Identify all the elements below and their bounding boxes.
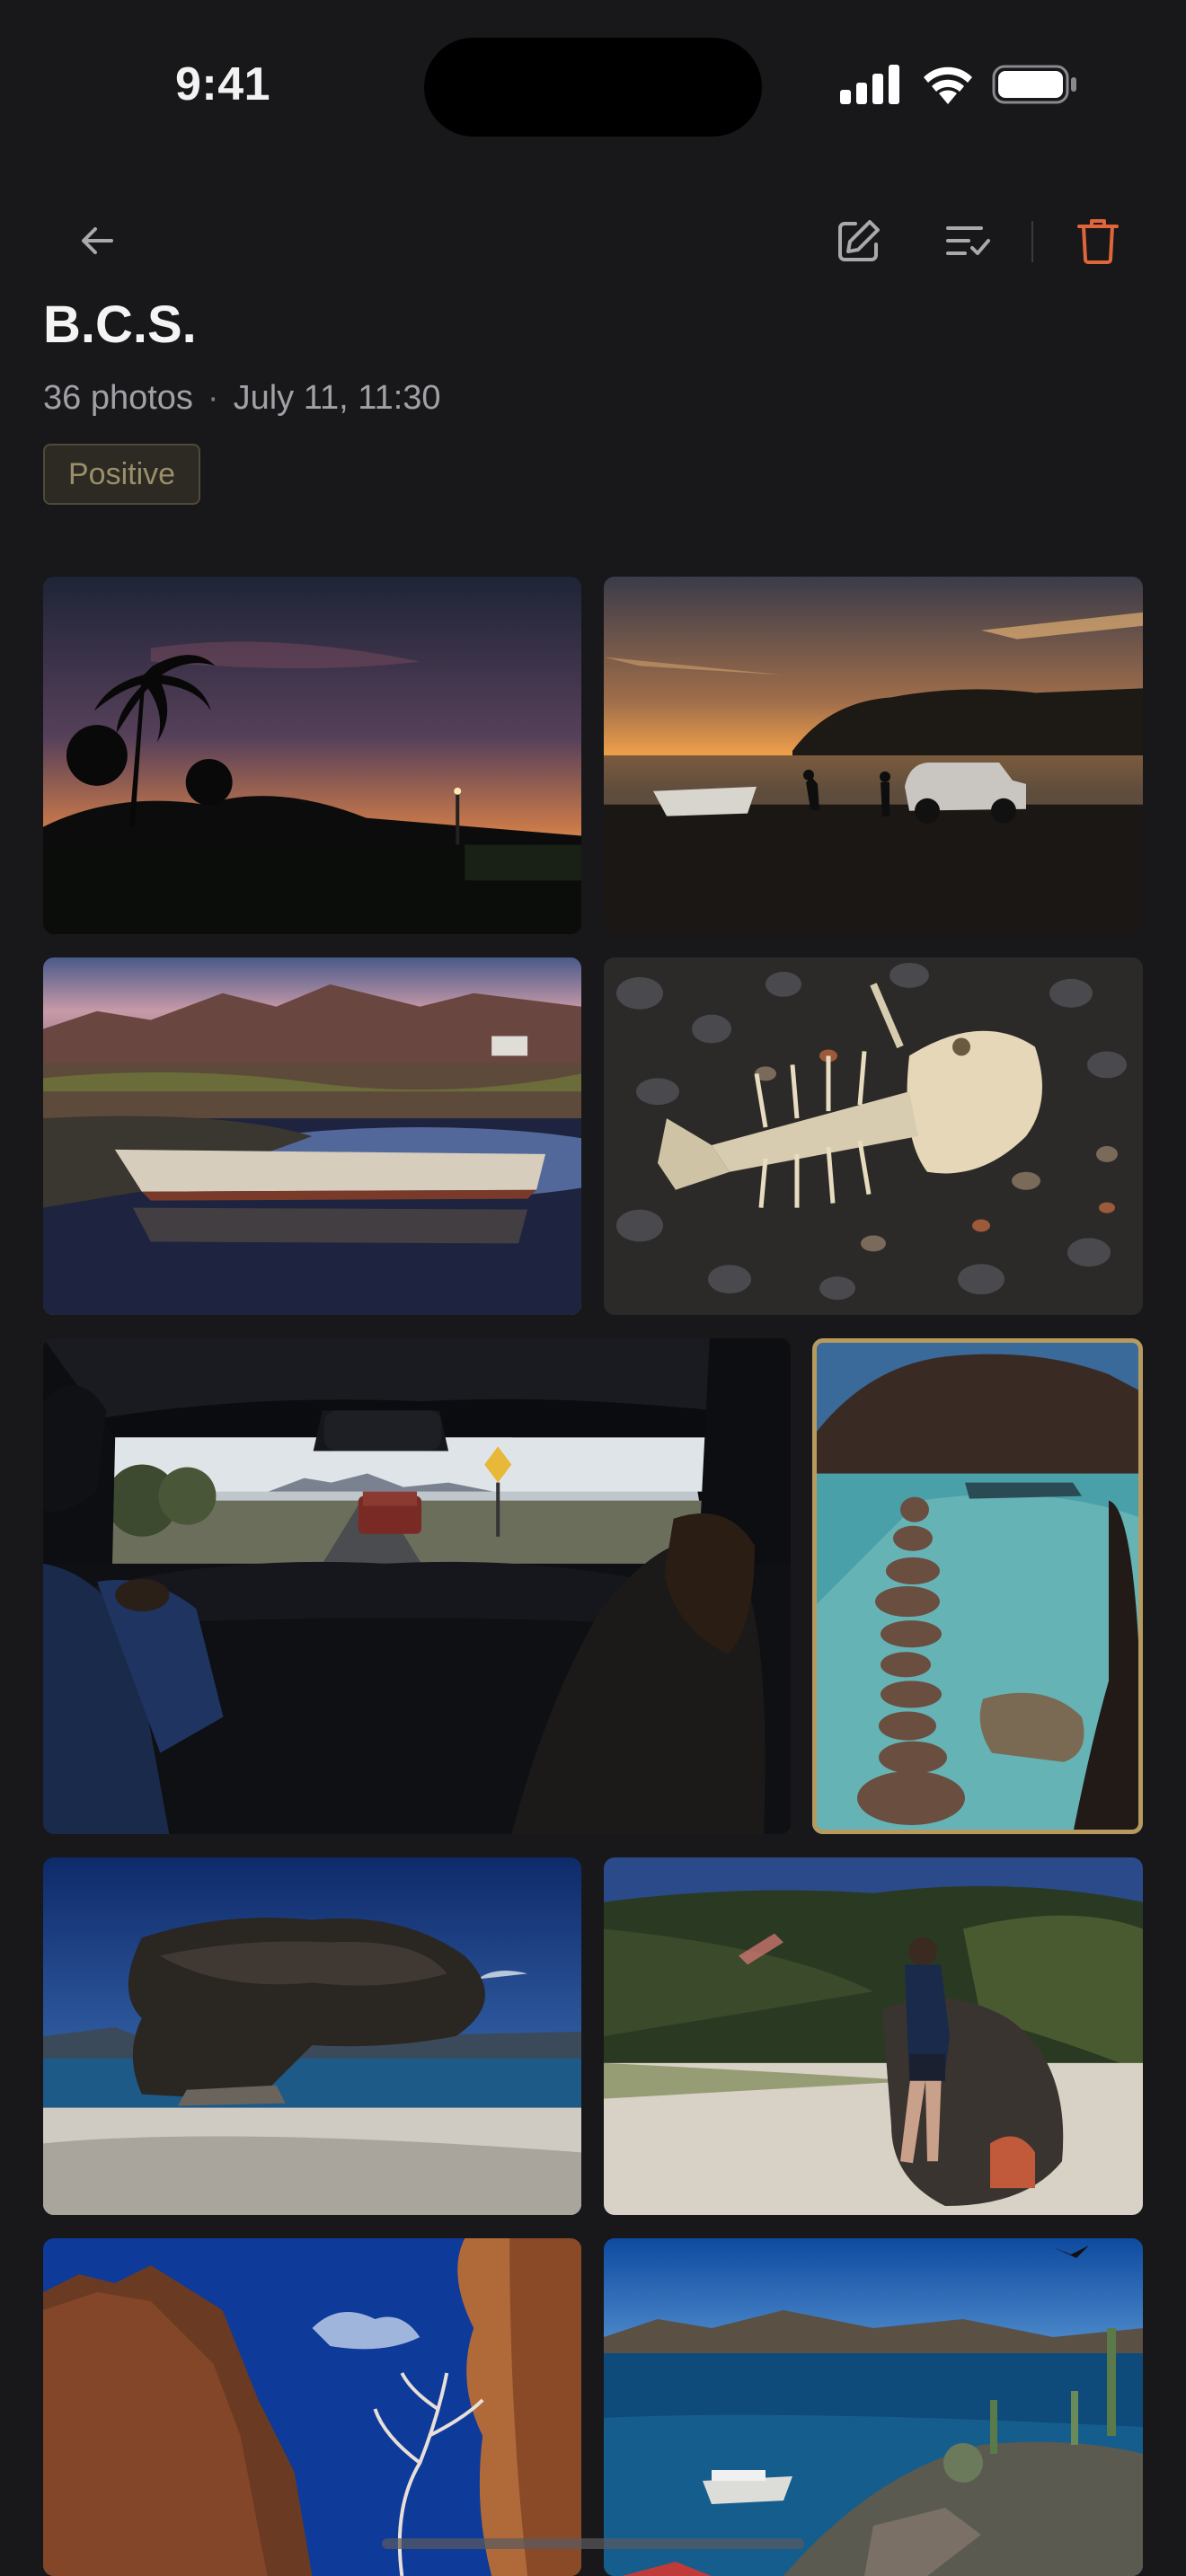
trash-icon <box>1077 219 1119 264</box>
cellular-signal-icon <box>840 65 899 104</box>
photo-tile[interactable] <box>604 577 1143 934</box>
album-title: B.C.S. <box>43 296 197 354</box>
photo-tile[interactable] <box>43 957 581 1315</box>
palm-sunset-image <box>43 577 581 934</box>
album-date: July 11, 11:30 <box>233 379 441 417</box>
delete-button[interactable] <box>1060 203 1136 278</box>
car-interior-image <box>43 1338 791 1834</box>
sentiment-tag[interactable]: Positive <box>43 444 201 505</box>
photo-tile[interactable] <box>43 1857 581 2215</box>
top-toolbar <box>0 203 1186 278</box>
cliff-tree-image <box>43 2238 581 2576</box>
toolbar-divider <box>1031 221 1033 262</box>
woman-rock-image <box>604 1857 1143 2215</box>
photo-tile[interactable] <box>43 577 581 934</box>
album-meta: 36 photos · July 11, 11:30 <box>43 379 441 418</box>
meta-separator: · <box>207 379 219 417</box>
photo-count: 36 photos <box>43 379 193 417</box>
stacked-stones-image <box>812 1338 1143 1834</box>
photo-tile[interactable] <box>43 2238 581 2576</box>
photo-tile[interactable] <box>604 957 1143 1315</box>
status-time: 9:41 <box>175 58 271 110</box>
arrow-left-icon <box>82 227 113 254</box>
wifi-icon <box>924 66 972 104</box>
beach-boat-truck-image <box>604 577 1143 934</box>
photo-tile[interactable] <box>604 2238 1143 2576</box>
edit-button[interactable] <box>821 203 897 278</box>
dynamic-island <box>424 38 762 137</box>
volcanic-rock-image <box>43 1857 581 2215</box>
fish-skeleton-image <box>604 957 1143 1315</box>
pencil-square-icon <box>838 220 880 261</box>
photo-tile[interactable] <box>604 1857 1143 2215</box>
list-check-icon <box>946 226 990 255</box>
home-indicator <box>382 2538 804 2549</box>
rowboat-lagoon-image <box>43 957 581 1315</box>
photo-tile-selected[interactable] <box>812 1338 1143 1834</box>
battery-icon <box>992 65 1076 104</box>
photo-tile[interactable] <box>43 1338 791 1834</box>
back-button[interactable] <box>59 203 135 278</box>
bay-boat-cactus-image <box>604 2238 1143 2576</box>
sort-select-button[interactable] <box>931 203 1006 278</box>
status-bar: 9:41 <box>0 0 1186 180</box>
